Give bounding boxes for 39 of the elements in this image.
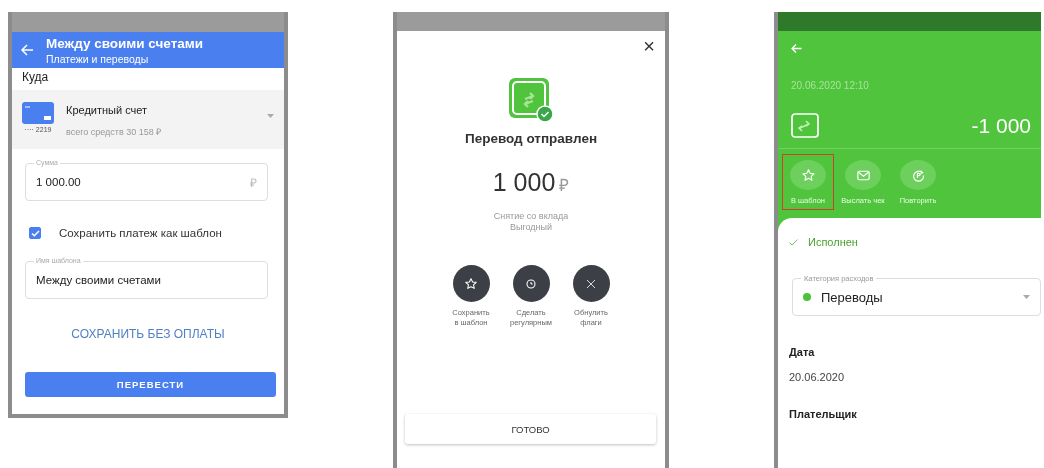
checkbox[interactable] xyxy=(29,227,41,239)
transfer-button[interactable]: ПЕРЕВЕСТИ xyxy=(25,372,276,397)
action-button[interactable] xyxy=(512,265,550,302)
action-button[interactable] xyxy=(572,265,610,302)
dropdown-caret-icon xyxy=(1023,295,1030,299)
checkbox-label: Сохранить платеж как шаблон xyxy=(59,227,222,239)
transfer-description: Выгодный xyxy=(508,222,554,233)
field-value: Переводы xyxy=(821,289,883,305)
transfer-success-icon xyxy=(508,77,554,123)
success-title: Перевод отправлен xyxy=(463,131,599,146)
header-subtitle: Платежи и переводы xyxy=(46,52,150,65)
operation-status: Исполнен xyxy=(808,236,858,248)
payer-label: Плательщик xyxy=(789,408,858,420)
back-arrow-icon[interactable] xyxy=(791,43,802,54)
header-title: Между своими счетами xyxy=(46,35,204,51)
currency-sign: ₽ xyxy=(559,175,570,196)
account-balance: всего средств 30 158 ₽ xyxy=(66,126,162,138)
done-button[interactable]: ГОТОВО xyxy=(405,414,656,444)
account-name: Кредитный счет xyxy=(66,104,149,116)
currency-sign: ₽ xyxy=(250,174,257,191)
star-icon xyxy=(463,275,479,292)
star-icon xyxy=(799,166,817,184)
field-value: 1 000.00 xyxy=(36,176,81,188)
operation-datetime: 20.06.2020 12:10 xyxy=(791,80,870,91)
save-without-payment-link[interactable]: СОХРАНИТЬ БЕЗ ОПЛАТЫ xyxy=(67,325,229,343)
check-icon xyxy=(789,238,798,246)
close-button[interactable]: × xyxy=(641,35,657,57)
back-arrow-icon[interactable] xyxy=(20,43,34,57)
transfer-icon xyxy=(791,113,819,138)
section-label: Куда xyxy=(21,69,50,86)
transfer-description: Снятие со вклада xyxy=(492,211,570,222)
card-icon xyxy=(22,102,54,124)
date-value: 20.06.2020 xyxy=(789,371,846,383)
date-label: Дата xyxy=(789,346,816,358)
transfer-amount: 1 000 xyxy=(492,168,556,197)
operation-amount: -1 000 xyxy=(971,113,1031,138)
field-value: Между своими счетами xyxy=(36,274,161,286)
action-button[interactable] xyxy=(452,265,490,302)
dropdown-caret-icon xyxy=(267,114,274,118)
